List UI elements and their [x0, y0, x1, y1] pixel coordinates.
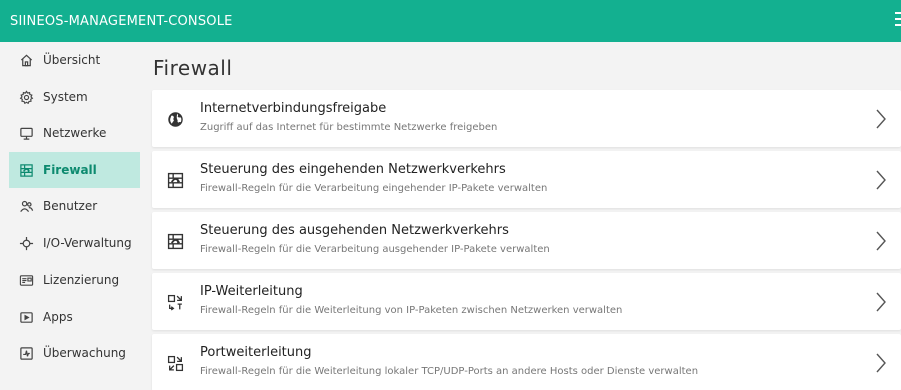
card-title: Steuerung des eingehenden Netzwerkverkeh…: [200, 162, 506, 177]
io-icon: [18, 235, 34, 251]
card-title: Steuerung des ausgehenden Netzwerkverkeh…: [200, 223, 509, 238]
sidebar-item-ueberwachung[interactable]: Überwachung: [9, 335, 140, 371]
chevron-right-icon: [876, 292, 886, 312]
ip-forward-icon: [166, 293, 184, 311]
chevron-right-icon: [876, 109, 886, 129]
chevron-right-icon: [876, 231, 886, 251]
sidebar-item-label: Lizenzierung: [43, 273, 120, 287]
app-title: SIINEOS-MANAGEMENT-CONSOLE: [10, 13, 233, 29]
top-bar: SIINEOS-MANAGEMENT-CONSOLE: [0, 0, 901, 42]
card-title: Portweiterleitung: [200, 345, 312, 360]
card-ip-weiterleitung[interactable]: IP-Weiterleitung Firewall-Regeln für die…: [152, 273, 901, 330]
card-internetverbindungsfreigabe[interactable]: Internetverbindungsfreigabe Zugriff auf …: [152, 90, 901, 147]
sidebar-item-lizenzierung[interactable]: Lizenzierung: [9, 262, 140, 298]
card-title: Internetverbindungsfreigabe: [200, 101, 387, 116]
home-icon: [18, 52, 34, 68]
sidebar-item-io-verwaltung[interactable]: I/O-Verwaltung: [9, 225, 140, 261]
sidebar-item-uebersicht[interactable]: Übersicht: [9, 42, 140, 78]
globe-icon: [166, 110, 184, 128]
license-icon: [18, 272, 34, 288]
chevron-right-icon: [876, 170, 886, 190]
hamburger-menu-icon[interactable]: [895, 12, 901, 30]
sidebar-item-firewall[interactable]: Firewall: [9, 152, 140, 188]
chevron-right-icon: [876, 353, 886, 373]
sidebar-item-label: System: [43, 90, 88, 104]
main-content: Firewall Internetverbindungsfreigabe Zug…: [140, 42, 901, 390]
sidebar-item-system[interactable]: System: [9, 79, 140, 115]
sidebar-item-label: Überwachung: [43, 346, 126, 360]
sidebar-item-netzwerke[interactable]: Netzwerke: [9, 115, 140, 151]
sidebar-item-label: Benutzer: [43, 199, 98, 213]
monitor-icon: [18, 125, 34, 141]
sidebar-item-label: Netzwerke: [43, 126, 107, 140]
sidebar-item-label: Übersicht: [43, 53, 101, 67]
card-subtitle: Firewall-Regeln für die Weiterleitung vo…: [200, 305, 623, 316]
gear-icon: [18, 89, 34, 105]
card-subtitle: Firewall-Regeln für die Verarbeitung ein…: [200, 183, 548, 194]
page-title: Firewall: [153, 56, 233, 80]
monitoring-icon: [18, 345, 34, 361]
sidebar-item-apps[interactable]: Apps: [9, 299, 140, 335]
card-ausgehender-netzwerkverkehr[interactable]: Steuerung des ausgehenden Netzwerkverkeh…: [152, 212, 901, 269]
apps-icon: [18, 309, 34, 325]
card-eingehender-netzwerkverkehr[interactable]: Steuerung des eingehenden Netzwerkverkeh…: [152, 151, 901, 208]
card-title: IP-Weiterleitung: [200, 284, 303, 299]
sidebar-item-label: Apps: [43, 310, 73, 324]
users-icon: [18, 198, 34, 214]
sidebar-item-label: I/O-Verwaltung: [43, 236, 132, 250]
card-subtitle: Firewall-Regeln für die Verarbeitung aus…: [200, 244, 550, 255]
firewall-icon: [166, 171, 184, 189]
firewall-icon: [166, 232, 184, 250]
card-portweiterleitung[interactable]: Portweiterleitung Firewall-Regeln für di…: [152, 334, 901, 390]
card-subtitle: Zugriff auf das Internet für bestimmte N…: [200, 122, 498, 133]
port-forward-icon: [166, 354, 184, 372]
sidebar-item-label: Firewall: [43, 163, 97, 177]
sidebar-item-benutzer[interactable]: Benutzer: [9, 188, 140, 224]
card-subtitle: Firewall-Regeln für die Weiterleitung lo…: [200, 366, 699, 377]
firewall-icon: [18, 162, 34, 178]
sidebar: Übersicht System Netzwerke Firewall Benu…: [0, 42, 140, 390]
